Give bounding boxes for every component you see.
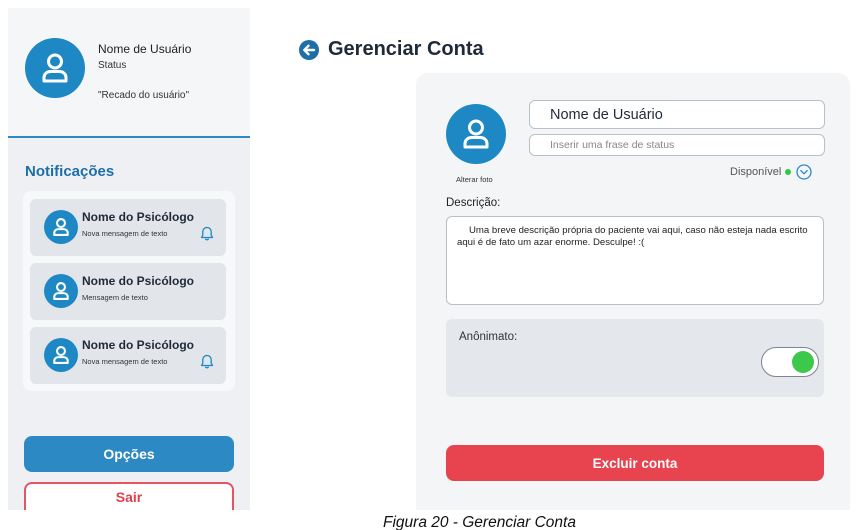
sidebar-profile[interactable]: Nome de Usuário Status "Recado do usuári…	[8, 8, 250, 138]
anonymity-panel: Anônimato:	[446, 319, 824, 397]
psychologist-avatar	[44, 210, 78, 244]
chevron-down-circle-icon[interactable]	[796, 164, 813, 180]
page-header: Gerenciar Conta	[298, 38, 484, 61]
notification-item[interactable]: Nome do Psicólogo Nova mensagem de texto	[30, 327, 226, 384]
user-icon	[463, 119, 489, 149]
psychologist-avatar	[44, 274, 78, 308]
user-icon	[53, 218, 69, 236]
logout-button[interactable]: Sair	[24, 482, 234, 510]
account-card: Alterar foto Nome de Usuário Disponível …	[416, 73, 850, 510]
notifications-panel: Nome do Psicólogo Nova mensagem de texto…	[23, 191, 235, 391]
notification-message: Nova mensagem de texto	[82, 357, 168, 366]
figure-caption: Figura 20 - Gerenciar Conta	[383, 514, 576, 530]
user-icon	[42, 53, 68, 83]
user-icon	[53, 346, 69, 364]
notifications-title: Notificações	[25, 163, 115, 180]
notification-name: Nome do Psicólogo	[82, 274, 195, 288]
availability-label: Disponível	[730, 166, 782, 178]
description-label: Descrição:	[446, 197, 501, 209]
sidebar: Nome de Usuário Status "Recado do usuári…	[8, 8, 250, 510]
notification-item[interactable]: Nome do Psicólogo Mensagem de texto	[30, 263, 226, 320]
notification-name: Nome do Psicólogo	[82, 338, 195, 352]
profile-status: Status	[98, 60, 127, 71]
page-title: Gerenciar Conta	[328, 38, 484, 60]
anonymity-toggle[interactable]	[761, 347, 819, 377]
user-icon	[53, 282, 69, 300]
options-button[interactable]: Opções	[24, 436, 234, 472]
availability-selector[interactable]: Disponível	[730, 164, 813, 180]
online-status-dot	[785, 169, 792, 175]
account-avatar[interactable]	[446, 104, 506, 164]
delete-account-button[interactable]: Excluir conta	[446, 445, 824, 481]
anonymity-label: Anônimato:	[459, 331, 518, 343]
profile-recado: "Recado do usuário"	[98, 90, 190, 101]
profile-name: Nome de Usuário	[98, 42, 192, 56]
bell-icon	[200, 226, 214, 241]
bell-icon	[200, 354, 214, 369]
notification-message: Nova mensagem de texto	[82, 229, 168, 238]
notification-message: Mensagem de texto	[82, 293, 148, 302]
notification-name: Nome do Psicólogo	[82, 210, 195, 224]
psychologist-avatar	[44, 338, 78, 372]
status-phrase-input[interactable]	[529, 134, 825, 156]
notification-item[interactable]: Nome do Psicólogo Nova mensagem de texto	[30, 199, 226, 256]
user-avatar	[25, 38, 85, 98]
toggle-knob	[792, 351, 814, 373]
username-field[interactable]: Nome de Usuário	[529, 100, 825, 129]
description-textarea[interactable]: Uma breve descrição própria do paciente …	[446, 216, 824, 305]
change-photo-link[interactable]: Alterar foto	[456, 175, 493, 184]
arrow-left-circle-icon[interactable]	[298, 39, 320, 61]
